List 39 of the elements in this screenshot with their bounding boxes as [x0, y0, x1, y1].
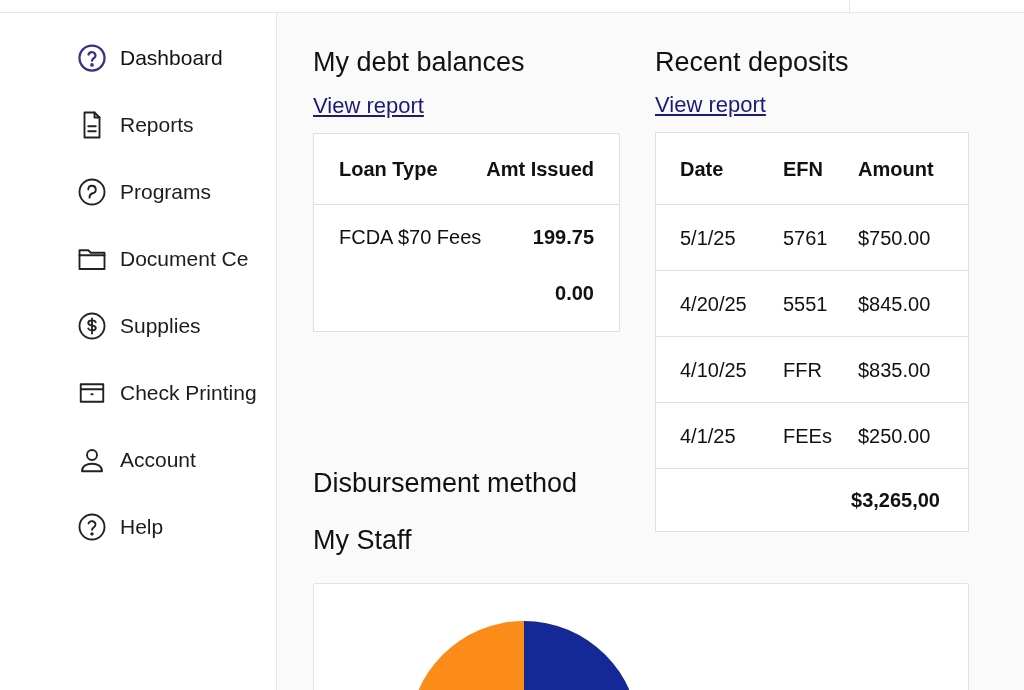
table-cell-text: $750.00	[858, 225, 932, 251]
table-cell-text: FCDA $70 Fees	[339, 225, 482, 250]
column-header: Date	[680, 156, 725, 182]
sidebar-item[interactable]: Supplies	[77, 309, 276, 342]
table-cell-text: FEEs	[783, 423, 833, 449]
sidebar-item[interactable]: Account	[77, 443, 276, 476]
column-header: EFN	[783, 156, 824, 182]
sidebar-item[interactable]: Reports	[77, 108, 276, 141]
view-report-link[interactable]: View report	[655, 92, 766, 118]
section-title: My Staff	[313, 524, 413, 557]
column-header: Loan Type	[339, 157, 438, 182]
table-cell-text: $845.00	[858, 291, 932, 317]
table-cell-text: 4/10/25	[680, 357, 748, 383]
table-cell-text: $835.00	[858, 357, 932, 383]
section-title: Recent deposits	[655, 46, 850, 79]
table-cell-text: 5551	[783, 291, 829, 317]
table-cell-text: 4/20/25	[680, 291, 748, 317]
sidebar-item[interactable]: Check Printing	[77, 376, 276, 409]
table-cell-text: $250.00	[858, 423, 932, 449]
circle-icon	[77, 176, 107, 207]
table-cell-text: 0.00	[555, 281, 594, 306]
section-title: Disbursement method	[313, 467, 579, 500]
section-title: My debt balances	[313, 46, 526, 79]
help-icon	[77, 511, 107, 542]
sidebar-item[interactable]: Dashboard	[77, 41, 276, 74]
table-cell-text: 5761	[783, 225, 829, 251]
table-cell-text: 199.75	[532, 225, 594, 250]
column-header: Amount	[858, 156, 935, 182]
sidebar-item[interactable]: Document Ce	[77, 242, 276, 275]
sidebar-item[interactable]: Help	[77, 510, 276, 543]
table-cell-text: 5/1/25	[680, 225, 737, 251]
view-report-link[interactable]: View report	[313, 93, 424, 119]
help-icon	[77, 42, 107, 73]
table-cell-text: 4/1/25	[680, 423, 737, 449]
table-cell-text: FFR	[783, 357, 823, 383]
column-header: Amt Issued	[486, 157, 594, 182]
total-amount: $3,265,00	[851, 488, 940, 513]
dollar-icon	[77, 310, 107, 341]
sidebar-item[interactable]: Programs	[77, 175, 276, 208]
